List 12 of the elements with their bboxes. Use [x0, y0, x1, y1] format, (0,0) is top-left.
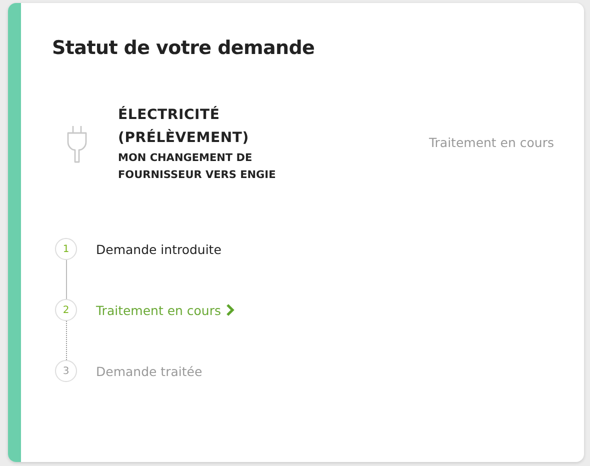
step-number: 3: [55, 360, 77, 382]
chevron-right-icon: [226, 304, 236, 316]
plug-icon: [66, 125, 88, 163]
step-number: 2: [55, 299, 77, 321]
step-number: 1: [55, 238, 77, 260]
energy-type: ÉLECTRICITÉ (PRÉLÈVEMENT): [118, 105, 250, 148]
request-description: MON CHANGEMENT DE FOURNISSEUR VERS ENGIE: [118, 151, 277, 183]
step-label: Traitement en cours: [96, 302, 222, 318]
step-label: Demande introduite: [96, 242, 222, 256]
request-status: Traitement en cours: [428, 134, 554, 150]
step-label: Demande traitée: [96, 364, 202, 378]
card-title: Statut de votre demande: [52, 37, 316, 59]
